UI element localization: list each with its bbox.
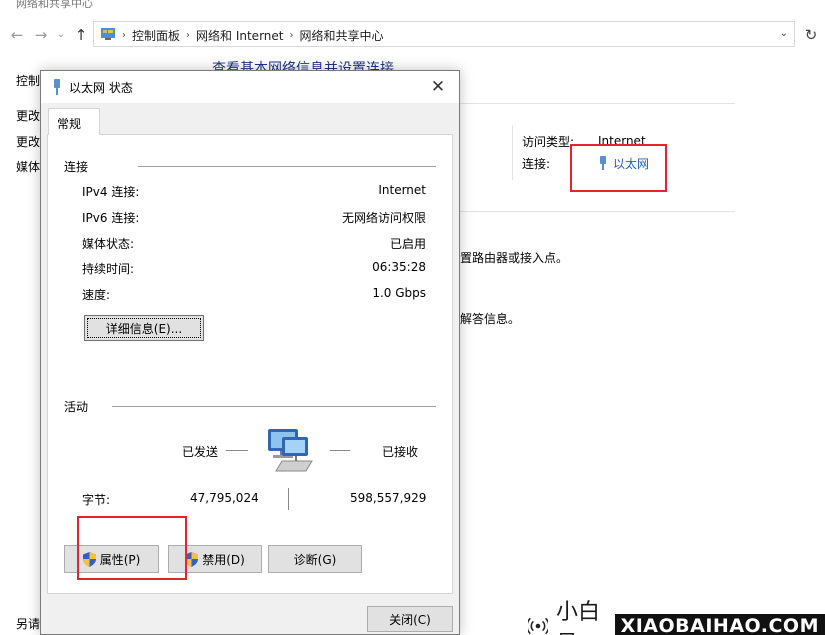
window-titlebar: 网络和共享中心: [0, 0, 825, 18]
watermark-brand: 小白号: [555, 600, 600, 635]
speed-label: 速度:: [82, 288, 111, 302]
left-link-change-2[interactable]: 更改: [16, 133, 40, 150]
ipv4-value: Internet: [378, 183, 426, 197]
wireless-signal-icon: [528, 617, 548, 635]
divider: [226, 450, 248, 451]
chevron-right-icon: ›: [186, 30, 191, 41]
diagnose-button[interactable]: 诊断(G): [268, 545, 362, 573]
ipv6-value: 无网络访问权限: [341, 211, 426, 225]
left-link-change-1[interactable]: 更改: [16, 107, 40, 124]
navigation-bar: ← → ⌄ ↑ › 控制面板 › 网络和 Internet › 网络和共享中心 …: [0, 18, 825, 52]
ipv4-row: IPv4 连接: Internet: [82, 183, 426, 203]
ipv4-label: IPv4 连接:: [82, 185, 140, 199]
divider: [112, 406, 436, 407]
close-button[interactable]: 关闭(C): [367, 606, 453, 632]
disable-button-label: 禁用(D): [202, 552, 245, 567]
divider: [138, 166, 436, 167]
control-panel-icon: [101, 28, 115, 40]
details-button[interactable]: 详细信息(E)...: [84, 315, 204, 341]
duration-row: 持续时间: 06:35:28: [82, 260, 426, 280]
highlight-box-properties: [77, 516, 187, 580]
close-icon[interactable]: ✕: [423, 73, 453, 101]
chevron-right-icon: ›: [289, 30, 294, 41]
left-link-control-home[interactable]: 控制: [16, 72, 40, 89]
speed-value: 1.0 Gbps: [372, 286, 426, 300]
speed-row: 速度: 1.0 Gbps: [82, 286, 426, 306]
refresh-icon[interactable]: ↻: [800, 24, 822, 46]
highlight-box-connection: [570, 144, 667, 192]
received-label: 已接收: [382, 445, 419, 459]
chevron-down-icon[interactable]: ⌄: [780, 28, 788, 39]
back-arrow-icon[interactable]: ←: [8, 26, 26, 44]
duration-value: 06:35:28: [372, 260, 426, 274]
divider: [330, 450, 350, 451]
bytes-label: 字节:: [82, 493, 111, 507]
setup-router-text: 置路由器或接入点。: [460, 251, 569, 265]
left-link-media[interactable]: 媒体: [16, 158, 40, 175]
duration-label: 持续时间:: [82, 262, 135, 276]
address-bar[interactable]: › 控制面板 › 网络和 Internet › 网络和共享中心 ⌄: [93, 21, 795, 47]
breadcrumb-control-panel[interactable]: 控制面板: [132, 27, 180, 44]
media-state-row: 媒体状态: 已启用: [82, 235, 426, 255]
up-arrow-icon[interactable]: ↑: [72, 26, 90, 44]
window-title: 网络和共享中心: [16, 0, 93, 10]
ipv6-label: IPv6 连接:: [82, 211, 140, 225]
divider: [460, 211, 735, 212]
divider: [512, 125, 513, 180]
bytes-received-value: 598,557,929: [350, 491, 427, 505]
breadcrumb-sharing-center[interactable]: 网络和共享中心: [299, 27, 383, 44]
troubleshoot-text: 解答信息。: [460, 312, 521, 326]
ipv6-row: IPv6 连接: 无网络访问权限: [82, 209, 426, 229]
watermark-url: XIAOBAIHAO.COM: [614, 614, 825, 635]
watermark-logo: 小白号 XIAOBAIHAO.COM: [528, 594, 825, 635]
chevron-right-icon: ›: [122, 30, 126, 41]
dialog-titlebar: 以太网 状态 ✕: [41, 71, 459, 103]
recent-dropdown-icon[interactable]: ⌄: [52, 26, 70, 44]
ethernet-icon: [54, 79, 60, 95]
divider: [288, 488, 289, 510]
tab-general[interactable]: 常规: [48, 108, 100, 135]
activity-group-label: 活动: [64, 398, 89, 415]
forward-arrow-icon[interactable]: →: [32, 26, 50, 44]
breadcrumb-network-internet[interactable]: 网络和 Internet: [196, 27, 283, 44]
media-state-label: 媒体状态:: [82, 237, 135, 251]
dialog-title: 以太网 状态: [69, 81, 133, 95]
divider: [460, 103, 735, 104]
media-state-value: 已启用: [389, 237, 426, 251]
sent-label: 已发送: [182, 445, 219, 459]
bytes-sent-value: 47,795,024: [190, 491, 259, 505]
uac-shield-icon: [185, 551, 199, 567]
left-link-see-also: 另请: [16, 617, 41, 631]
connection-group-label: 连接: [64, 158, 89, 175]
breadcrumb: › 控制面板 › 网络和 Internet › 网络和共享中心: [122, 27, 384, 44]
network-activity-icon: [268, 429, 313, 472]
